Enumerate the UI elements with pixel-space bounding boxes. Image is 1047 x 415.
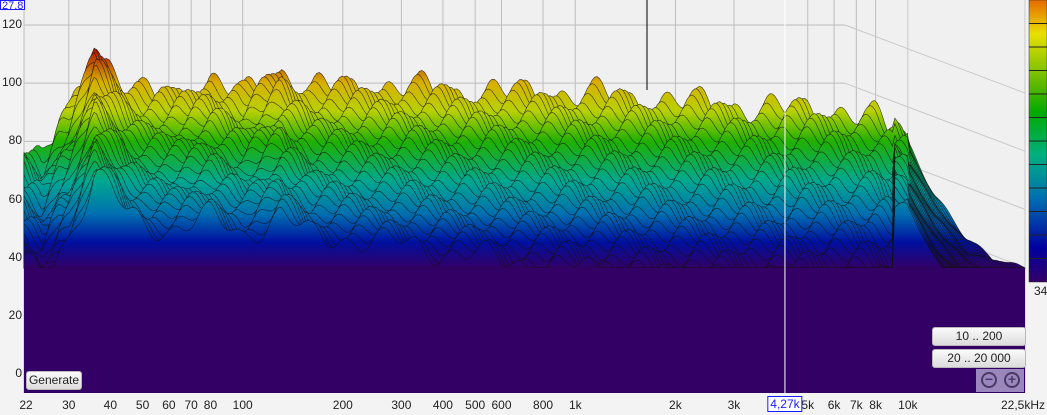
- x-tick-label: 80: [203, 398, 218, 412]
- cursor-frequency-label[interactable]: 4,27k: [767, 396, 803, 412]
- x-tick-label: 50: [135, 398, 150, 412]
- y-tick-label: 20: [8, 307, 22, 322]
- zoom-in-icon[interactable]: +: [1004, 372, 1020, 388]
- x-tick-label: 22: [19, 398, 33, 412]
- zoom-controls: − +: [976, 369, 1024, 392]
- generate-button[interactable]: Generate: [26, 371, 82, 390]
- x-tick-label: 200: [332, 398, 353, 412]
- x-tick-label: 22,5kHz: [1000, 398, 1046, 412]
- y-tick-label: 80: [8, 133, 22, 148]
- x-tick-label: 100: [232, 398, 253, 412]
- y-tick-label: 60: [8, 191, 22, 206]
- x-tick-label: 800: [533, 398, 554, 412]
- range-20-20000-button[interactable]: 20 .. 20 000: [932, 349, 1026, 368]
- x-tick-label: 3k: [727, 398, 741, 412]
- x-tick-label: 6k: [827, 398, 841, 412]
- range-10-200-button[interactable]: 10 .. 200: [932, 327, 1026, 346]
- x-tick-label: 300: [391, 398, 412, 412]
- zoom-out-icon[interactable]: −: [981, 372, 997, 388]
- x-tick-label: 500: [465, 398, 486, 412]
- x-tick-label: 40: [103, 398, 118, 412]
- x-tick-label: 60: [162, 398, 176, 412]
- colorbar-min-label: 34: [1034, 284, 1047, 298]
- waterfall-plot[interactable]: [0, 0, 1047, 415]
- x-tick-label: 10k: [898, 398, 918, 412]
- x-tick-label: 2k: [669, 398, 682, 412]
- y-tick-label: 0: [15, 366, 22, 380]
- floor: [24, 268, 1025, 393]
- x-tick-label: 8k: [869, 398, 882, 412]
- x-tick-label: 30: [62, 398, 76, 412]
- y-tick-label: 120: [2, 17, 23, 31]
- y-tick-label: 40: [8, 249, 22, 264]
- y-tick-label: 100: [2, 75, 23, 90]
- x-tick-label: 70: [184, 398, 198, 412]
- x-tick-label: 5k: [801, 398, 815, 412]
- x-tick-label: 400: [432, 398, 453, 412]
- x-tick-label: 7k: [850, 398, 863, 412]
- y-top-value[interactable]: 27,8: [0, 0, 26, 10]
- x-tick-label: 600: [491, 398, 512, 412]
- x-tick-label: 1k: [568, 398, 582, 412]
